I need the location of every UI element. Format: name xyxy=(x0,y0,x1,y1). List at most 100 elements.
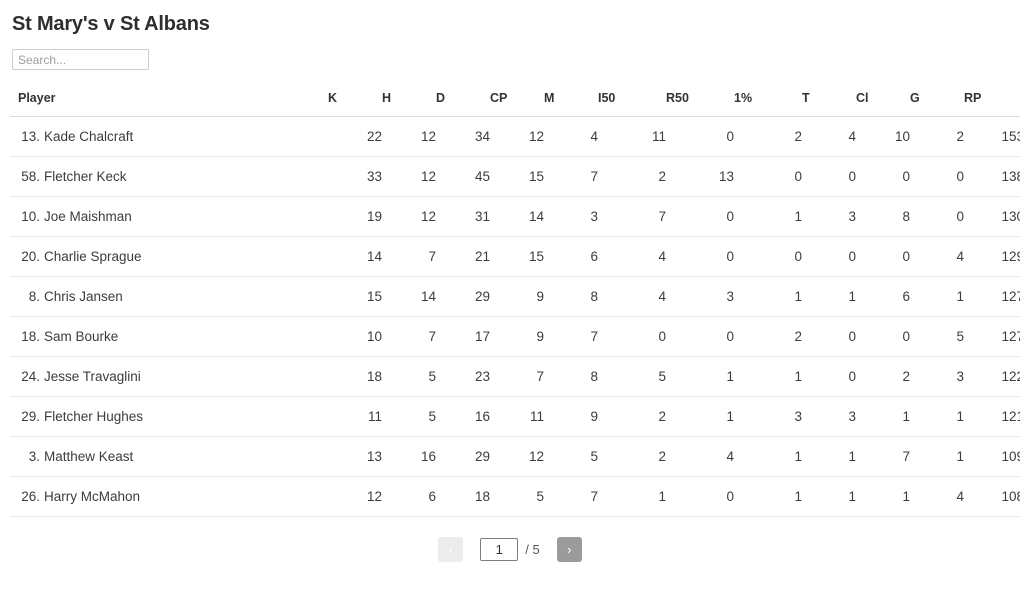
stat-cell-m: 4 xyxy=(544,116,598,157)
column-header-rp[interactable]: RP xyxy=(964,91,1020,117)
column-header-cl[interactable]: Cl xyxy=(856,91,910,117)
player-name: Harry McMahon xyxy=(44,489,141,504)
table-body: 13.Kade Chalcraft2212341241102410215358.… xyxy=(10,116,1020,517)
stat-cell-t: 3 xyxy=(802,196,856,237)
stat-cell-cp: 14 xyxy=(490,196,544,237)
column-header-onepct[interactable]: 1% xyxy=(734,91,802,117)
column-header-i50[interactable]: I50 xyxy=(598,91,666,117)
player-number: 26. xyxy=(21,489,40,504)
table-row[interactable]: 24.Jesse Travaglini1852378511023122 xyxy=(10,356,1020,397)
stat-cell-m: 3 xyxy=(544,196,598,237)
stat-cell-k: 15 xyxy=(328,276,382,317)
stat-cell-g: 1 xyxy=(910,396,964,437)
stat-cell-onepct: 0 xyxy=(734,156,802,197)
column-header-t[interactable]: T xyxy=(802,91,856,117)
table-row[interactable]: 18.Sam Bourke1071797002005127 xyxy=(10,316,1020,357)
stat-cell-onepct: 1 xyxy=(734,196,802,237)
player-stats-table: Player K H D CP M I50 R50 1% T Cl G RP 1… xyxy=(10,91,1020,517)
stat-cell-k: 19 xyxy=(328,196,382,237)
stat-cell-h: 12 xyxy=(382,116,436,157)
player-name-cell: 20. Charlie Sprague xyxy=(10,236,328,277)
stat-cell-g: 3 xyxy=(910,356,964,397)
column-header-h[interactable]: H xyxy=(382,91,436,117)
table-row[interactable]: 29.Fletcher Hughes11516119213311121 xyxy=(10,396,1020,437)
stat-cell-rp: 153 xyxy=(964,116,1020,157)
player-number: 3. xyxy=(28,449,40,464)
column-header-cp[interactable]: CP xyxy=(490,91,544,117)
table-row[interactable]: 13.Kade Chalcraft22123412411024102153 xyxy=(10,116,1020,157)
stat-cell-t: 0 xyxy=(802,356,856,397)
stat-cell-t: 0 xyxy=(802,156,856,197)
stat-cell-r50: 4 xyxy=(666,436,734,477)
stat-cell-r50: 0 xyxy=(666,476,734,517)
stat-cell-m: 5 xyxy=(544,436,598,477)
stat-cell-cp: 5 xyxy=(490,476,544,517)
stat-cell-rp: 127 xyxy=(964,316,1020,357)
stat-cell-r50: 0 xyxy=(666,196,734,237)
stat-cell-t: 3 xyxy=(802,396,856,437)
column-header-m[interactable]: M xyxy=(544,91,598,117)
stat-cell-d: 45 xyxy=(436,156,490,197)
stat-cell-k: 11 xyxy=(328,396,382,437)
stat-cell-cp: 11 xyxy=(490,396,544,437)
stat-cell-k: 22 xyxy=(328,116,382,157)
stat-cell-cl: 6 xyxy=(856,276,910,317)
stat-cell-d: 34 xyxy=(436,116,490,157)
pagination-spacer-right xyxy=(540,549,557,550)
stat-cell-cl: 2 xyxy=(856,356,910,397)
player-name: Fletcher Hughes xyxy=(44,409,144,424)
column-header-player[interactable]: Player xyxy=(10,91,328,117)
stat-cell-onepct: 2 xyxy=(734,116,802,157)
previous-page-button[interactable]: ‹ xyxy=(438,537,464,562)
table-row[interactable]: 3.Matthew Keast131629125241171109 xyxy=(10,436,1020,477)
stat-cell-d: 29 xyxy=(436,276,490,317)
stat-cell-g: 1 xyxy=(910,436,964,477)
stat-cell-i50: 2 xyxy=(598,396,666,437)
stat-cell-i50: 0 xyxy=(598,316,666,357)
search-input[interactable] xyxy=(12,49,149,70)
column-header-d[interactable]: D xyxy=(436,91,490,117)
player-name-cell: 18. Sam Bourke xyxy=(10,316,328,357)
player-name: Chris Jansen xyxy=(44,289,123,304)
stat-cell-rp: 130 xyxy=(964,196,1020,237)
stat-cell-cl: 1 xyxy=(856,396,910,437)
stat-cell-k: 13 xyxy=(328,436,382,477)
column-header-r50[interactable]: R50 xyxy=(666,91,734,117)
player-number: 29. xyxy=(21,409,40,424)
stat-cell-m: 9 xyxy=(544,396,598,437)
stat-cell-r50: 0 xyxy=(666,116,734,157)
stat-cell-cl: 0 xyxy=(856,156,910,197)
table-row[interactable]: 8.Chris Jansen15142998431161127 xyxy=(10,276,1020,317)
next-page-button[interactable]: › xyxy=(556,537,582,562)
stat-cell-onepct: 1 xyxy=(734,476,802,517)
column-header-k[interactable]: K xyxy=(328,91,382,117)
stat-cell-d: 21 xyxy=(436,236,490,277)
stat-cell-d: 17 xyxy=(436,316,490,357)
player-name: Joe Maishman xyxy=(44,209,132,224)
table-row[interactable]: 20.Charlie Sprague14721156400004129 xyxy=(10,236,1020,277)
player-number: 10. xyxy=(21,209,40,224)
stat-cell-h: 7 xyxy=(382,236,436,277)
table-row[interactable]: 10.Joe Maishman191231143701380130 xyxy=(10,196,1020,237)
stat-cell-i50: 4 xyxy=(598,276,666,317)
stat-cell-h: 16 xyxy=(382,436,436,477)
stat-cell-k: 33 xyxy=(328,156,382,197)
stat-cell-rp: 127 xyxy=(964,276,1020,317)
stat-cell-cl: 0 xyxy=(856,316,910,357)
stat-cell-i50: 11 xyxy=(598,116,666,157)
column-header-g[interactable]: G xyxy=(910,91,964,117)
stat-cell-t: 1 xyxy=(802,276,856,317)
table-row[interactable]: 58.Fletcher Keck3312451572130000138 xyxy=(10,156,1020,197)
page-title: St Mary's v St Albans xyxy=(12,13,210,35)
player-number: 18. xyxy=(21,329,40,344)
stat-cell-t: 0 xyxy=(802,236,856,277)
player-name: Kade Chalcraft xyxy=(44,129,134,144)
stat-cell-cp: 12 xyxy=(490,116,544,157)
stat-cell-h: 6 xyxy=(382,476,436,517)
table-row[interactable]: 26.Harry McMahon1261857101114108 xyxy=(10,476,1020,517)
player-name-cell: 24. Jesse Travaglini xyxy=(10,356,328,397)
stat-cell-cl: 10 xyxy=(856,116,910,157)
page-number-input[interactable] xyxy=(480,538,519,561)
stat-cell-m: 6 xyxy=(544,236,598,277)
stat-cell-r50: 13 xyxy=(666,156,734,197)
